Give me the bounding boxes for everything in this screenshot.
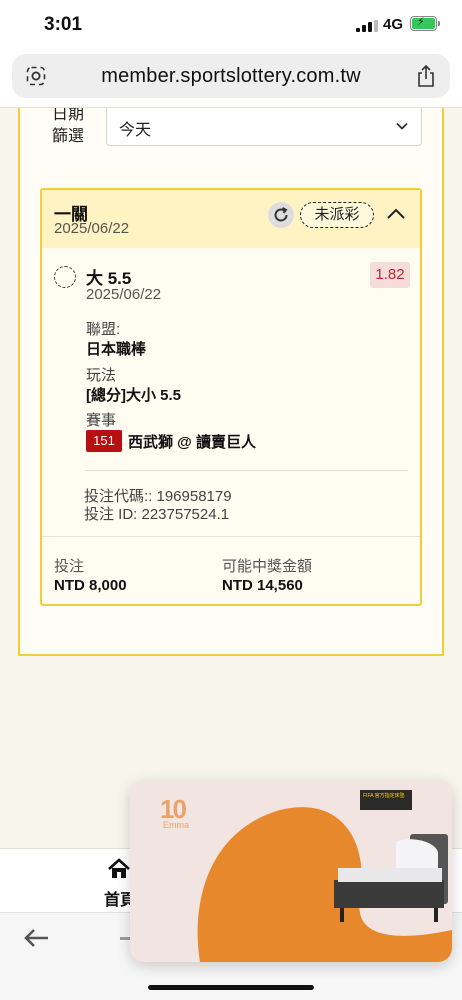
ad-promo-tag: FIFA 官方指定床墊 <box>360 790 412 810</box>
league-label: 聯盟: <box>86 321 121 338</box>
event-name: 西武獅 @ 讀賣巨人 <box>128 434 256 451</box>
payout-label: 可能中獎金額 <box>222 558 313 575</box>
status-time: 3:01 <box>44 14 83 35</box>
bed-product-image <box>334 834 448 922</box>
date-filter-label: 日期篩選 <box>52 108 85 145</box>
chevron-up-icon[interactable] <box>386 206 406 222</box>
forward-arrow-icon[interactable] <box>120 937 130 940</box>
divider <box>86 470 408 471</box>
status-bar: 3:01 4G <box>0 0 462 50</box>
back-arrow-icon[interactable] <box>22 927 50 949</box>
play-value: [總分]大小 5.5 <box>86 387 182 404</box>
page-content: 日期篩選 今天 一關 2025/06/22 未派彩 大 5.5 2025/06/… <box>0 108 462 848</box>
floating-ad-banner[interactable]: 10 Emma FIFA 官方指定床墊 <box>130 780 452 962</box>
bet-card: 一關 2025/06/22 未派彩 大 5.5 2025/06/22 1.82 … <box>40 188 422 606</box>
browser-address-area: member.sportslottery.com.tw <box>0 50 462 108</box>
battery-icon <box>410 15 437 31</box>
bet-card-footer: 投注 NTD 8,000 可能中獎金額 NTD 14,560 <box>42 536 420 606</box>
battery-tip <box>438 21 440 26</box>
refresh-icon <box>274 207 288 222</box>
network-type: 4G <box>383 16 404 33</box>
settlement-status-badge: 未派彩 <box>300 202 374 228</box>
bet-card-header[interactable]: 一關 2025/06/22 未派彩 <box>42 190 420 248</box>
address-bar[interactable]: member.sportslottery.com.tw <box>12 54 450 98</box>
refresh-button[interactable] <box>268 202 294 228</box>
selection-status-icon <box>54 266 76 288</box>
home-indicator <box>148 985 314 990</box>
stake-label: 投注 <box>54 558 85 575</box>
bet-date: 2025/06/22 <box>54 220 130 237</box>
selection-date: 2025/06/22 <box>86 286 162 303</box>
date-filter-value: 今天 <box>119 122 152 139</box>
league-value: 日本職棒 <box>86 341 147 358</box>
odds-badge: 1.82 <box>370 262 410 288</box>
play-label: 玩法 <box>86 367 117 384</box>
chevron-down-icon <box>396 122 408 130</box>
date-filter-select[interactable]: 今天 <box>106 108 422 146</box>
share-icon[interactable] <box>416 64 436 88</box>
url-text[interactable]: member.sportslottery.com.tw <box>12 65 450 88</box>
ad-brand-name: Emma <box>163 820 190 830</box>
event-number-badge: 151 <box>86 430 122 452</box>
cellular-signal-icon <box>356 20 378 32</box>
payout-value: NTD 14,560 <box>222 577 303 594</box>
stake-value: NTD 8,000 <box>54 577 127 594</box>
event-label: 賽事 <box>86 412 117 429</box>
home-icon[interactable] <box>107 857 131 881</box>
bet-id: 投注 ID: 223757524.1 <box>84 506 230 523</box>
